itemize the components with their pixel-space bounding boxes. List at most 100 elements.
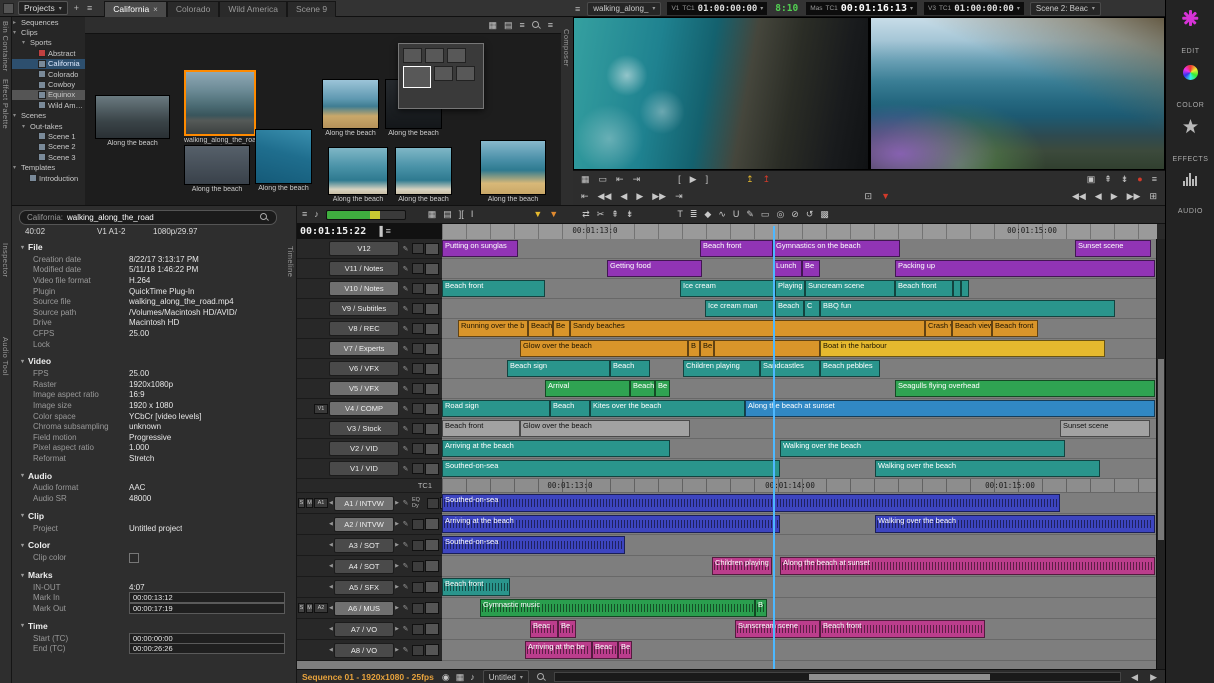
playhead[interactable] [773,226,775,669]
track-button-a6[interactable]: A6 / MUS [334,601,394,616]
patch-right-arrow-icon[interactable]: ▶ [395,584,399,590]
track-lane-tc1[interactable]: 00:01:13:000:01:14:0000:01:15:00 [442,479,1157,493]
mark-out-button[interactable]: ] [706,175,709,184]
track-lane-a6[interactable]: Gymnastic musicB [442,598,1157,619]
tree-item-scene-1[interactable]: Scene 1 [11,131,85,141]
tree-item-out-takes[interactable]: ▾Out-takes [11,121,85,131]
timeline-scrollbar[interactable] [554,672,1121,682]
monitor-button-a5[interactable] [425,581,439,593]
waveform-toggle-v11[interactable] [412,263,424,274]
track-lane-v12[interactable]: Putting on sunglasBeach frontGymnastics … [442,239,1157,259]
tab-timeline[interactable]: Timeline [286,246,295,277]
tab-inspector[interactable]: Inspector [1,243,10,277]
target-icon[interactable]: ◎ [776,210,784,219]
clip-segment[interactable] [953,280,961,297]
tree-item-california[interactable]: California [11,59,85,69]
track-button-v4[interactable]: V4 / COMP [329,401,399,416]
patch-left-arrow-icon[interactable]: ◀ [329,500,333,506]
tree-item-sports[interactable]: ▾Sports [11,38,85,48]
track-button-v7[interactable]: V7 / Experts [329,341,399,356]
inspector-section-file[interactable]: ▾File [11,240,285,254]
mini-clip[interactable] [434,66,453,81]
monitor-button-a4[interactable] [425,560,439,572]
track-lane-a1[interactable]: Southed-on-sea [442,493,1157,514]
scroll-left-icon[interactable]: ◀ [1129,672,1140,683]
full-monitor-toggle[interactable]: ▭ [599,175,608,184]
composer-menu-icon[interactable]: ≡ [1152,175,1157,184]
add-marker-button[interactable]: ▼ [881,192,890,201]
clip-beac[interactable]: Beac [592,641,618,659]
tree-item-abstract[interactable]: Abstract [11,48,85,58]
clip-be[interactable]: Be [618,641,632,659]
clip-southed-on-sea[interactable]: Southed-on-sea [442,494,1060,512]
monitor-button-a6[interactable] [425,602,439,614]
input-end-tc[interactable]: 00:00:26:26 [129,643,285,654]
disable-icon[interactable]: ⊘ [791,210,799,219]
search-input[interactable]: walking_along_the_road [67,213,256,222]
monitor-button-v10[interactable] [425,283,439,295]
clip-beach-front[interactable]: Beach front [700,240,773,257]
patch-right-arrow-icon[interactable]: ▶ [395,563,399,569]
clip-segment[interactable] [714,340,820,357]
floating-bin-window[interactable] [398,43,484,109]
mode-button-audio[interactable]: AUDIO [1178,173,1203,215]
step-back-10-button[interactable]: ◀◀ [1072,192,1086,201]
track-button-a4[interactable]: A4 / SOT [334,559,394,574]
extract-button[interactable]: ⇟ [1121,175,1129,184]
monitor-button-v12[interactable] [425,243,439,255]
inspector-section-audio[interactable]: ▾Audio [11,469,285,483]
clip-glow-over-the-beach[interactable]: Glow over the beach [520,420,690,437]
monitor-button-v7[interactable] [425,343,439,355]
rectangle-icon[interactable]: ▭ [761,210,770,219]
patch-left-arrow-icon[interactable]: ◀ [329,647,333,653]
mode-button-edit[interactable]: EDIT [1181,10,1199,55]
waveform-toggle-a4[interactable] [412,561,424,572]
patch-left-arrow-icon[interactable]: ◀ [329,605,333,611]
timeline-top-ruler[interactable]: 00:01:13:000:01:15:00 [442,224,1157,239]
trim-mode-button[interactable]: ⊡ [865,192,873,201]
tree-item-wild-america[interactable]: Wild America [11,100,85,110]
track-button-a2[interactable]: A2 / INTVW [334,517,394,532]
footer-search-icon[interactable] [537,673,546,682]
source-record-toggle[interactable]: ▦ [581,175,590,184]
go-to-previous-event[interactable]: ⇤ [616,175,624,184]
audio-meter[interactable] [326,210,406,220]
tree-item-cowboy[interactable]: Cowboy [11,79,85,89]
checkbox-clip-color[interactable] [129,553,139,563]
window-menu-icon[interactable]: ≡ [85,3,94,13]
source-timecode-display[interactable]: V1 TC1 01:00:00:00 ▾ [666,1,768,16]
waveform-toggle-v2[interactable] [412,443,424,454]
script-view-icon[interactable]: ▤ [504,21,513,30]
track-button-a7[interactable]: A7 / VO [334,622,394,637]
inspector-section-clip[interactable]: ▾Clip [11,509,285,523]
record-timecode-display[interactable]: V3 TC1 01:00:00:00 ▾ [923,1,1025,16]
solo-button-a6[interactable]: S [298,603,305,613]
timeline-fast-menu-icon[interactable]: ≡ [302,210,307,219]
mark-in-button[interactable]: [ [678,175,681,184]
bin-tab-scene-9[interactable]: Scene 9 [287,1,336,17]
track-button-a8[interactable]: A8 / VO [334,643,394,658]
mini-clip-selected[interactable] [403,66,431,88]
waveform-toggle-a1[interactable] [427,498,439,509]
clip-getting-food[interactable]: Getting food [607,260,702,277]
clip-be[interactable]: Be [802,260,820,277]
clip-along-the-beach-at-sunset[interactable]: Along the beach at sunset [780,557,1155,575]
go-to-next-event[interactable]: ⇥ [633,175,641,184]
clip-segment[interactable] [961,280,969,297]
record-indicator-icon[interactable]: ◉ [442,673,450,682]
input-start-tc[interactable]: 00:00:00:00 [129,633,285,644]
step-backward-button[interactable]: ◀ [620,192,627,201]
clip-running-over-the-b[interactable]: Running over the b [458,320,528,337]
clip-beach-view[interactable]: Beach view [952,320,992,337]
patch-button-a1[interactable]: A1 [314,498,328,508]
clip-sunscream-scene[interactable]: Sunscream scene [735,620,820,638]
clip-boat-in-the-harbour[interactable]: Boat in the harbour [820,340,1105,357]
extract-icon[interactable]: ⇟ [626,210,634,219]
audio-mix-icon[interactable]: ♪ [470,673,475,682]
waveform-toggle-a5[interactable] [412,582,424,593]
waveform-toggle-a3[interactable] [412,540,424,551]
magnet-icon[interactable]: U [733,210,740,219]
clip-beach-front[interactable]: Beach front [895,280,953,297]
clip-be[interactable]: Be [553,320,570,337]
monitor-button-v6[interactable] [425,363,439,375]
